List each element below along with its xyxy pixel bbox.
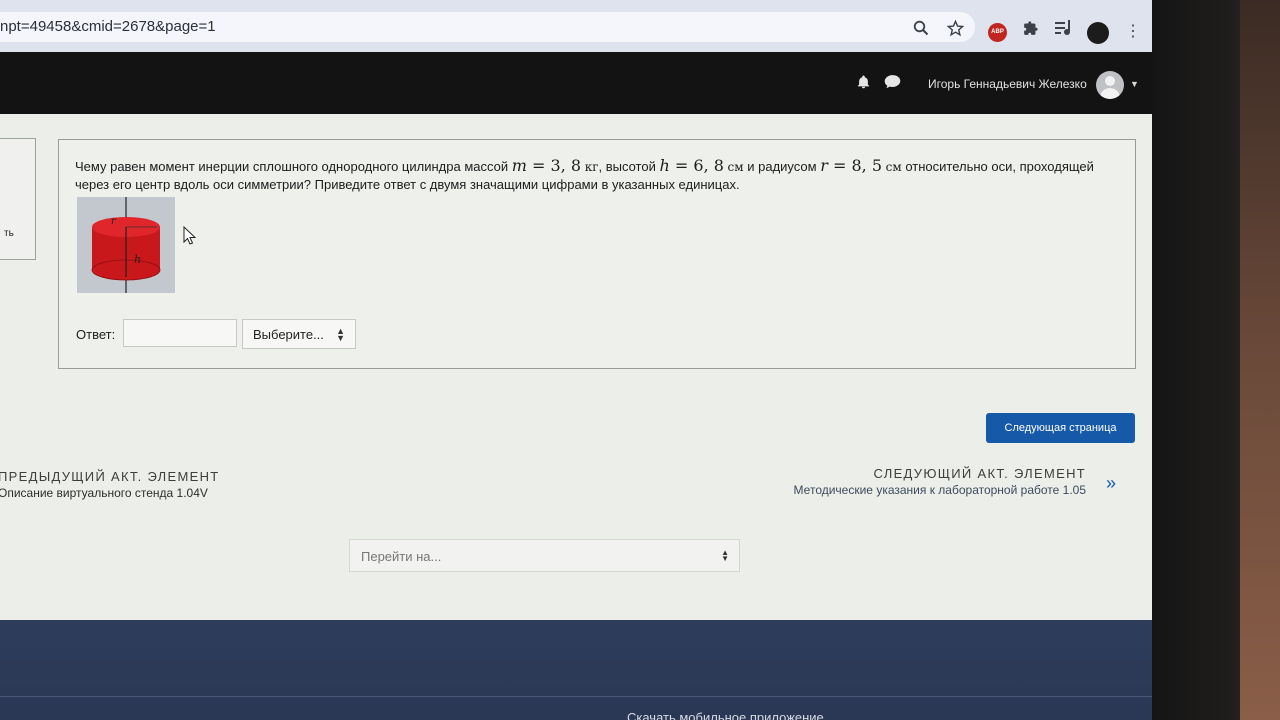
height-formula: h = 6, 8 [659,156,724,175]
next-page-button[interactable]: Следующая страница [986,413,1135,443]
prev-activity-link[interactable]: Описание виртуального стенда 1.04V [0,486,208,500]
main-content: ть Чему равен момент инерции сплошного о… [0,114,1152,620]
url-text[interactable]: npt=49458&cmid=2678&page=1 [0,18,216,35]
browser-toolbar: npt=49458&cmid=2678&page=1 ABP ⋮ [0,0,1152,52]
avatar[interactable] [1096,71,1124,99]
mobile-app-link[interactable]: Скачать мобильное приложение [627,710,824,720]
cylinder-figure: r h [77,197,175,293]
question-text-part: и радиусом [747,159,817,174]
search-icon[interactable] [913,20,929,40]
question-text-part: Чему равен момент инерции сплошного одно… [75,159,509,174]
mass-formula: m = 3, 8 [511,156,582,175]
page-footer: Скачать мобильное приложение [0,620,1152,720]
background-wall [1240,0,1280,720]
star-icon[interactable] [946,19,965,41]
chevron-right-icon[interactable]: » [1106,473,1116,494]
menu-icon[interactable]: ⋮ [1125,21,1141,41]
height-unit: см [727,160,744,174]
media-icon[interactable] [1055,20,1073,40]
question-card: Чему равен момент инерции сплошного одно… [58,139,1136,369]
select-arrows-icon: ▲ ▼ [721,548,729,563]
radius-formula: r = 8, 5 [820,156,882,175]
unit-select-value: Выберите... [253,327,324,342]
unit-select[interactable]: Выберите... ▲ ▼ [242,319,356,349]
extensions-icon[interactable] [1022,20,1039,41]
radius-unit: см [885,160,902,174]
next-activity-link[interactable]: Методические указания к лабораторной раб… [794,483,1086,497]
mouse-cursor-icon [183,226,197,245]
profile-icon[interactable] [1087,22,1109,44]
select-arrows-icon: ▲ ▼ [336,326,345,343]
quiz-nav-label[interactable]: ть [4,228,14,239]
chevron-down-icon[interactable]: ▼ [1130,79,1139,89]
mass-unit: кг [584,160,599,174]
address-bar[interactable]: npt=49458&cmid=2678&page=1 [0,12,975,42]
adblock-icon[interactable]: ABP [988,23,1007,42]
site-header: Игорь Геннадьевич Железко ▼ [0,52,1152,114]
footer-divider [0,696,1152,697]
chat-icon[interactable] [884,74,901,93]
height-label: h [134,253,141,266]
question-text: Чему равен момент инерции сплошного одно… [75,157,1125,194]
browser-window: npt=49458&cmid=2678&page=1 ABP ⋮ Игорь Г… [0,0,1152,720]
user-name[interactable]: Игорь Геннадьевич Железко [928,77,1087,91]
jump-to-select[interactable]: Перейти на... ▲ ▼ [349,539,740,572]
bell-icon[interactable] [856,74,871,94]
quiz-nav-block [0,138,36,260]
answer-label: Ответ: [76,327,116,342]
jump-to-select-value: Перейти на... [361,549,442,564]
question-text-part: , высотой [598,159,656,174]
answer-input[interactable] [123,319,237,347]
next-activity-label: СЛЕДУЮЩИЙ АКТ. ЭЛЕМЕНТ [873,466,1086,481]
prev-activity-label: ПРЕДЫДУЩИЙ АКТ. ЭЛЕМЕНТ [0,469,220,484]
